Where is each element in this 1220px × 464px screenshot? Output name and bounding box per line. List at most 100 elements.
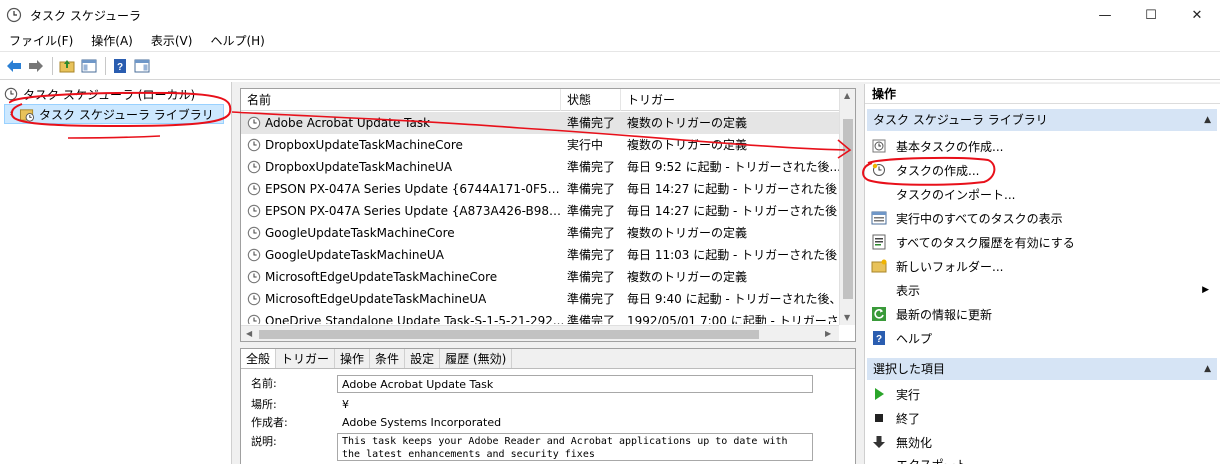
vertical-scroll-thumb[interactable] xyxy=(843,119,853,299)
action-section-selected[interactable]: 選択した項目 ▲ xyxy=(867,358,1217,380)
tab-conditions[interactable]: 条件 xyxy=(370,349,406,368)
help-button[interactable]: ? xyxy=(110,56,130,76)
task-name: GoogleUpdateTaskMachineUA xyxy=(265,248,444,262)
clock-icon xyxy=(247,270,261,284)
action-pane-header: 操作 xyxy=(865,84,1220,104)
task-row[interactable]: GoogleUpdateTaskMachineUA 準備完了 毎日 11:03 に起… xyxy=(241,244,839,266)
name-field[interactable]: Adobe Acrobat Update Task xyxy=(337,375,813,393)
blank-icon xyxy=(871,456,887,464)
column-header-status[interactable]: 状態 xyxy=(561,89,621,111)
task-status: 準備完了 xyxy=(567,116,616,130)
chevron-right-icon[interactable]: › xyxy=(5,109,17,119)
tab-general[interactable]: 全般 xyxy=(241,349,277,368)
scroll-left-icon[interactable]: ◀ xyxy=(246,329,252,338)
action-help[interactable]: ? ヘルプ xyxy=(871,326,1215,350)
scroll-up-icon[interactable]: ▲ xyxy=(844,91,850,100)
tab-actions[interactable]: 操作 xyxy=(335,349,371,368)
running-tasks-icon xyxy=(871,210,887,226)
task-row[interactable]: OneDrive Standalone Update Task-S-1-5-21… xyxy=(241,310,839,324)
action-section-library[interactable]: タスク スケジューラ ライブラリ ▲ xyxy=(867,109,1217,131)
clock-icon xyxy=(4,87,18,101)
tab-settings[interactable]: 設定 xyxy=(405,349,441,368)
toolbar-separator xyxy=(105,57,106,75)
action-create-basic-task[interactable]: 基本タスクの作成... xyxy=(871,134,1215,158)
close-button[interactable]: ✕ xyxy=(1174,0,1220,30)
clock-icon xyxy=(6,7,22,23)
submenu-arrow-icon: ▶ xyxy=(1202,285,1209,295)
action-view[interactable]: 表示 ▶ xyxy=(871,278,1215,302)
task-name: Adobe Acrobat Update Task xyxy=(265,116,431,130)
action-refresh[interactable]: 最新の情報に更新 xyxy=(871,302,1215,326)
task-row[interactable]: Adobe Acrobat Update Task 準備完了 複数のトリガーの定義 xyxy=(241,112,839,134)
action-label: 新しいフォルダー... xyxy=(896,259,1004,274)
action-disable[interactable]: 無効化 xyxy=(871,430,1215,454)
action-new-folder[interactable]: 新しいフォルダー... xyxy=(871,254,1215,278)
action-end[interactable]: 終了 xyxy=(871,406,1215,430)
minimize-button[interactable]: — xyxy=(1082,0,1128,30)
maximize-button[interactable]: ☐ xyxy=(1128,0,1174,30)
tab-history[interactable]: 履歴 (無効) xyxy=(440,349,513,368)
column-header-trigger[interactable]: トリガー xyxy=(621,89,839,111)
task-status: 準備完了 xyxy=(567,160,616,174)
tree-item-root[interactable]: タスク スケジューラ (ローカル) xyxy=(4,84,195,104)
task-status: 準備完了 xyxy=(567,270,616,284)
action-enable-history[interactable]: すべてのタスク履歴を有効にする xyxy=(871,230,1215,254)
collapse-icon[interactable]: ▲ xyxy=(1204,109,1211,131)
blank-icon xyxy=(871,282,887,298)
tree-item-library[interactable]: › タスク スケジューラ ライブラリ xyxy=(4,104,224,124)
task-row[interactable]: GoogleUpdateTaskMachineCore 準備完了 複数のトリガーの定… xyxy=(241,222,839,244)
tab-triggers[interactable]: トリガー xyxy=(276,349,336,368)
menu-action[interactable]: 操作(A) xyxy=(82,30,142,52)
task-row[interactable]: EPSON PX-047A Series Update {A873A426-B9… xyxy=(241,200,839,222)
action-show-running-tasks[interactable]: 実行中のすべてのタスクの表示 xyxy=(871,206,1215,230)
up-folder-button[interactable] xyxy=(57,56,77,76)
action-label: 無効化 xyxy=(896,435,933,450)
scroll-right-icon[interactable]: ▶ xyxy=(825,329,831,338)
task-trigger: 1992/05/01 7:00 に起動 - トリガーされ xyxy=(627,314,839,324)
tree-root-label: タスク スケジューラ (ローカル) xyxy=(23,87,196,102)
menu-view[interactable]: 表示(V) xyxy=(142,30,202,52)
author-value: Adobe Systems Incorporated xyxy=(342,416,502,429)
vertical-scrollbar[interactable]: ▲ ▼ xyxy=(839,89,855,325)
column-header-name[interactable]: 名前 xyxy=(241,89,561,111)
task-row[interactable]: EPSON PX-047A Series Update {6744A171-0F… xyxy=(241,178,839,200)
show-hide-tree-button[interactable] xyxy=(79,56,99,76)
arrow-down-icon xyxy=(871,434,887,450)
task-name: MicrosoftEdgeUpdateTaskMachineCore xyxy=(265,270,498,284)
task-name-cell: EPSON PX-047A Series Update {6744A171-0F… xyxy=(247,178,565,200)
task-status: 準備完了 xyxy=(567,292,616,306)
scroll-down-icon[interactable]: ▼ xyxy=(844,313,850,322)
arrow-left-icon xyxy=(7,60,21,72)
horizontal-scroll-thumb[interactable] xyxy=(259,330,759,339)
action-label: タスクのインポート... xyxy=(896,187,1016,202)
collapse-icon[interactable]: ▲ xyxy=(1204,358,1211,380)
task-status: 準備完了 xyxy=(567,314,616,324)
task-status: 準備完了 xyxy=(567,182,616,196)
list-body: Adobe Acrobat Update Task 準備完了 複数のトリガーの定義 D… xyxy=(241,112,839,324)
action-export[interactable]: エクスポート... xyxy=(871,452,1215,464)
folder-up-icon xyxy=(59,60,75,73)
action-pane: 操作 タスク スケジューラ ライブラリ ▲ 基本タスクの作成... タスクの作成… xyxy=(864,84,1220,464)
task-row[interactable]: MicrosoftEdgeUpdateTaskMachineCore 準備完了 複数… xyxy=(241,266,839,288)
field-author-row: 作成者: Adobe Systems Incorporated xyxy=(251,414,813,432)
task-status: 準備完了 xyxy=(567,248,616,262)
help-icon: ? xyxy=(114,59,126,73)
task-name: MicrosoftEdgeUpdateTaskMachineUA xyxy=(265,292,487,306)
menu-help[interactable]: ヘルプ(H) xyxy=(201,30,273,52)
task-row[interactable]: DropboxUpdateTaskMachineCore 実行中 複数のトリガーの定… xyxy=(241,134,839,156)
action-import-task[interactable]: タスクのインポート... xyxy=(871,182,1215,206)
action-run[interactable]: 実行 xyxy=(871,382,1215,406)
description-field[interactable]: This task keeps your Adobe Reader and Ac… xyxy=(337,433,813,461)
horizontal-scrollbar[interactable]: ◀ ▶ xyxy=(241,325,839,341)
menu-file[interactable]: ファイル(F) xyxy=(0,30,82,52)
task-row[interactable]: MicrosoftEdgeUpdateTaskMachineUA 準備完了 毎日 9… xyxy=(241,288,839,310)
task-name-cell: MicrosoftEdgeUpdateTaskMachineCore xyxy=(247,266,565,288)
forward-button[interactable] xyxy=(26,56,46,76)
task-trigger: 複数のトリガーの定義 xyxy=(627,270,748,284)
clock-icon xyxy=(247,160,261,174)
back-button[interactable] xyxy=(4,56,24,76)
action-create-task[interactable]: タスクの作成... xyxy=(871,158,1215,182)
action-label: タスクの作成... xyxy=(896,163,980,178)
task-row[interactable]: DropboxUpdateTaskMachineUA 準備完了 毎日 9:52 に起… xyxy=(241,156,839,178)
show-hide-action-pane-button[interactable] xyxy=(132,56,152,76)
